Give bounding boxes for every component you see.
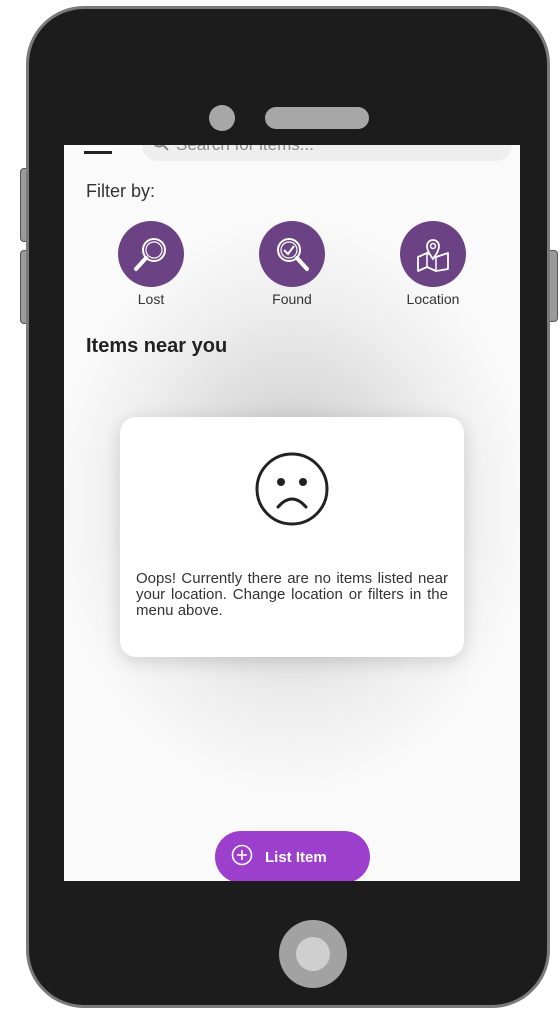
magnifier-check-icon [259,221,325,287]
empty-state-card: Oops! Currently there are no items liste… [120,417,464,657]
sad-face-icon [254,451,330,532]
menu-icon[interactable] [84,151,112,154]
filter-found-button[interactable]: Found [247,221,337,307]
filter-location-button[interactable]: Location [388,221,478,307]
list-item-label: List Item [265,848,327,866]
plus-circle-icon [231,844,253,870]
filter-location-label: Location [406,291,460,307]
magnifier-icon [118,221,184,287]
section-title: Items near you [86,335,228,357]
search-icon [152,145,170,163]
filter-lost-button[interactable]: Lost [106,221,196,307]
filter-found-label: Found [272,291,312,307]
search-input[interactable]: Search for items... [142,145,512,161]
app-screen: Search for items... Filter by: Lost Foun… [64,145,520,881]
search-placeholder: Search for items... [176,145,314,154]
filter-lost-label: Lost [137,291,165,307]
home-button[interactable] [279,920,347,988]
list-item-button[interactable]: List Item [215,831,370,881]
empty-state-message: Oops! Currently there are no items liste… [136,570,448,619]
map-pin-icon [400,221,466,287]
front-camera [209,105,235,131]
filter-label: Filter by: [86,181,156,201]
speaker-grille [265,107,369,129]
